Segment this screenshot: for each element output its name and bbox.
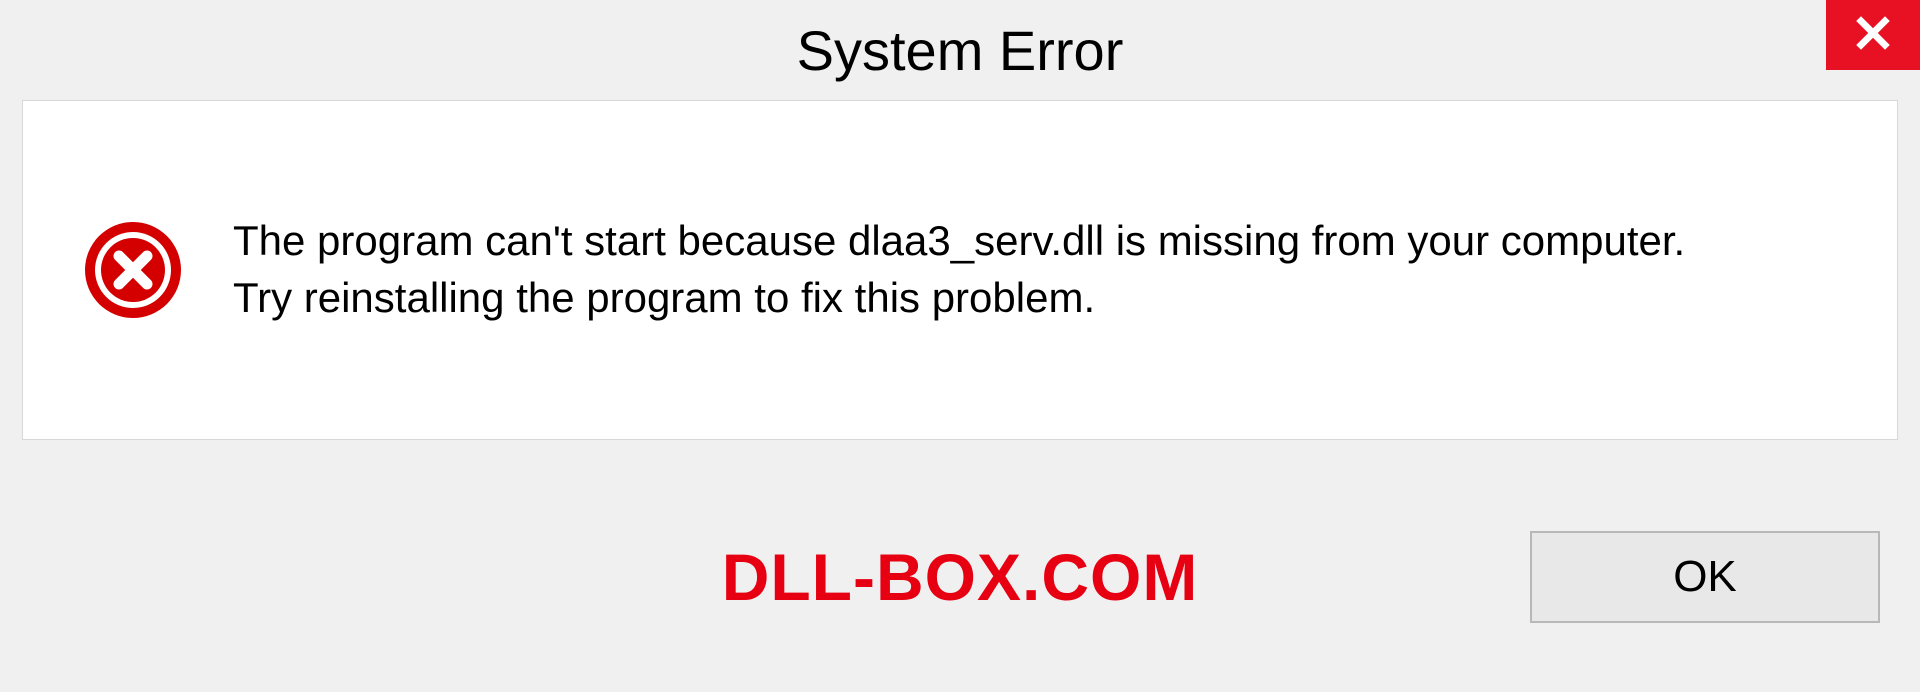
close-button[interactable] bbox=[1826, 0, 1920, 70]
error-message: The program can't start because dlaa3_se… bbox=[233, 213, 1733, 326]
ok-button-label: OK bbox=[1673, 552, 1737, 602]
watermark-text: DLL-BOX.COM bbox=[722, 539, 1199, 615]
dialog-footer: DLL-BOX.COM OK bbox=[0, 462, 1920, 692]
close-icon bbox=[1855, 15, 1891, 56]
ok-button[interactable]: OK bbox=[1530, 531, 1880, 623]
dialog-titlebar: System Error bbox=[0, 0, 1920, 100]
dialog-title: System Error bbox=[797, 18, 1124, 83]
dialog-content: The program can't start because dlaa3_se… bbox=[22, 100, 1898, 440]
error-icon bbox=[83, 220, 183, 320]
